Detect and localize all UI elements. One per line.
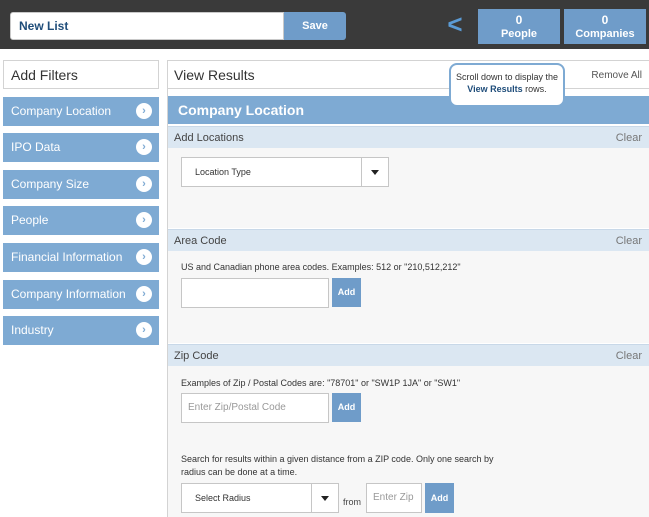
area-code-clear-link[interactable]: Clear [616, 230, 642, 252]
radius-hint-line-1: Search for results within a given distan… [181, 454, 494, 464]
tooltip-suffix: rows. [525, 84, 547, 94]
area-code-hint: US and Canadian phone area codes. Exampl… [181, 262, 461, 272]
zip-code-input[interactable]: Enter Zip/Postal Code [181, 393, 329, 423]
top-bar: New List Save < 0 People 0 Companies [0, 0, 649, 49]
save-button[interactable]: Save [284, 12, 346, 40]
filter-ipo-data[interactable]: IPO Data › [3, 133, 159, 162]
filter-label: Industry [11, 323, 54, 337]
chevron-right-icon: › [136, 176, 152, 192]
chevron-right-icon: › [136, 322, 152, 338]
radius-zip-input[interactable]: Enter Zip [366, 483, 422, 513]
filter-label: Company Size [11, 177, 90, 191]
radius-add-button[interactable]: Add [425, 483, 454, 513]
chevron-left-icon[interactable]: < [444, 9, 466, 39]
filter-people[interactable]: People › [3, 206, 159, 235]
tooltip-strong: View Results [467, 84, 523, 94]
area-code-title: Area Code [174, 235, 227, 247]
filter-industry[interactable]: Industry › [3, 316, 159, 345]
location-type-dropdown-toggle[interactable] [361, 158, 388, 186]
filter-label: People [11, 213, 49, 227]
radius-dropdown-toggle[interactable] [311, 484, 338, 512]
from-label: from [343, 497, 361, 507]
radius-select-value: Select Radius [195, 493, 251, 503]
zip-code-clear-link[interactable]: Clear [616, 345, 642, 367]
filter-company-location[interactable]: Company Location › [3, 97, 159, 126]
company-location-section-title: Company Location [168, 96, 649, 124]
zip-code-hint: Examples of Zip / Postal Codes are: "787… [181, 378, 461, 388]
caret-down-icon [321, 496, 329, 501]
results-panel: View Results Remove All Company Location… [167, 60, 649, 517]
filter-financial-information[interactable]: Financial Information › [3, 243, 159, 272]
remove-all-link[interactable]: Remove All [591, 70, 642, 81]
caret-down-icon [371, 170, 379, 175]
tooltip-prefix: Scroll down to display the [455, 72, 559, 82]
zip-code-add-button[interactable]: Add [332, 393, 361, 422]
add-locations-body: Location Type [168, 148, 649, 228]
companies-counter[interactable]: 0 Companies [564, 9, 646, 44]
radius-hint-line-2: radius can be done at a time. [181, 467, 298, 477]
add-locations-clear-link[interactable]: Clear [616, 127, 642, 149]
chevron-right-icon: › [136, 103, 152, 119]
radius-select[interactable]: Select Radius [181, 483, 339, 513]
zip-code-body: Examples of Zip / Postal Codes are: "787… [168, 366, 649, 517]
add-locations-header: Add Locations Clear [168, 126, 649, 148]
view-results-header: View Results Remove All [168, 60, 649, 89]
filter-label: Financial Information [11, 250, 123, 264]
chevron-right-icon: › [136, 286, 152, 302]
add-filters-heading: Add Filters [3, 60, 159, 89]
people-label: People [500, 28, 538, 40]
add-locations-title: Add Locations [174, 132, 244, 144]
location-type-select[interactable]: Location Type [181, 157, 389, 187]
view-results-title: View Results [174, 67, 255, 83]
list-name-input[interactable]: New List [10, 12, 284, 40]
filter-label: Company Location [11, 104, 112, 118]
location-type-value: Location Type [195, 167, 251, 177]
filter-company-size[interactable]: Company Size › [3, 170, 159, 199]
people-counter[interactable]: 0 People [478, 9, 560, 44]
chevron-right-icon: › [136, 212, 152, 228]
people-count: 0 [515, 13, 523, 27]
filter-label: IPO Data [11, 140, 61, 154]
zip-code-header: Zip Code Clear [168, 344, 649, 366]
filter-company-information[interactable]: Company Information › [3, 280, 159, 309]
tooltip-tail [497, 105, 513, 119]
area-code-input[interactable] [181, 278, 329, 308]
scroll-hint-tooltip: Scroll down to display the View Results … [449, 63, 565, 107]
companies-count: 0 [601, 13, 609, 27]
zip-code-title: Zip Code [174, 350, 219, 362]
app-root: New List Save < 0 People 0 Companies Add… [0, 0, 649, 517]
area-code-header: Area Code Clear [168, 229, 649, 251]
filter-label: Company Information [11, 287, 126, 301]
companies-label: Companies [575, 28, 635, 40]
area-code-body: US and Canadian phone area codes. Exampl… [168, 251, 649, 343]
chevron-right-icon: › [136, 139, 152, 155]
area-code-add-button[interactable]: Add [332, 278, 361, 307]
chevron-right-icon: › [136, 249, 152, 265]
